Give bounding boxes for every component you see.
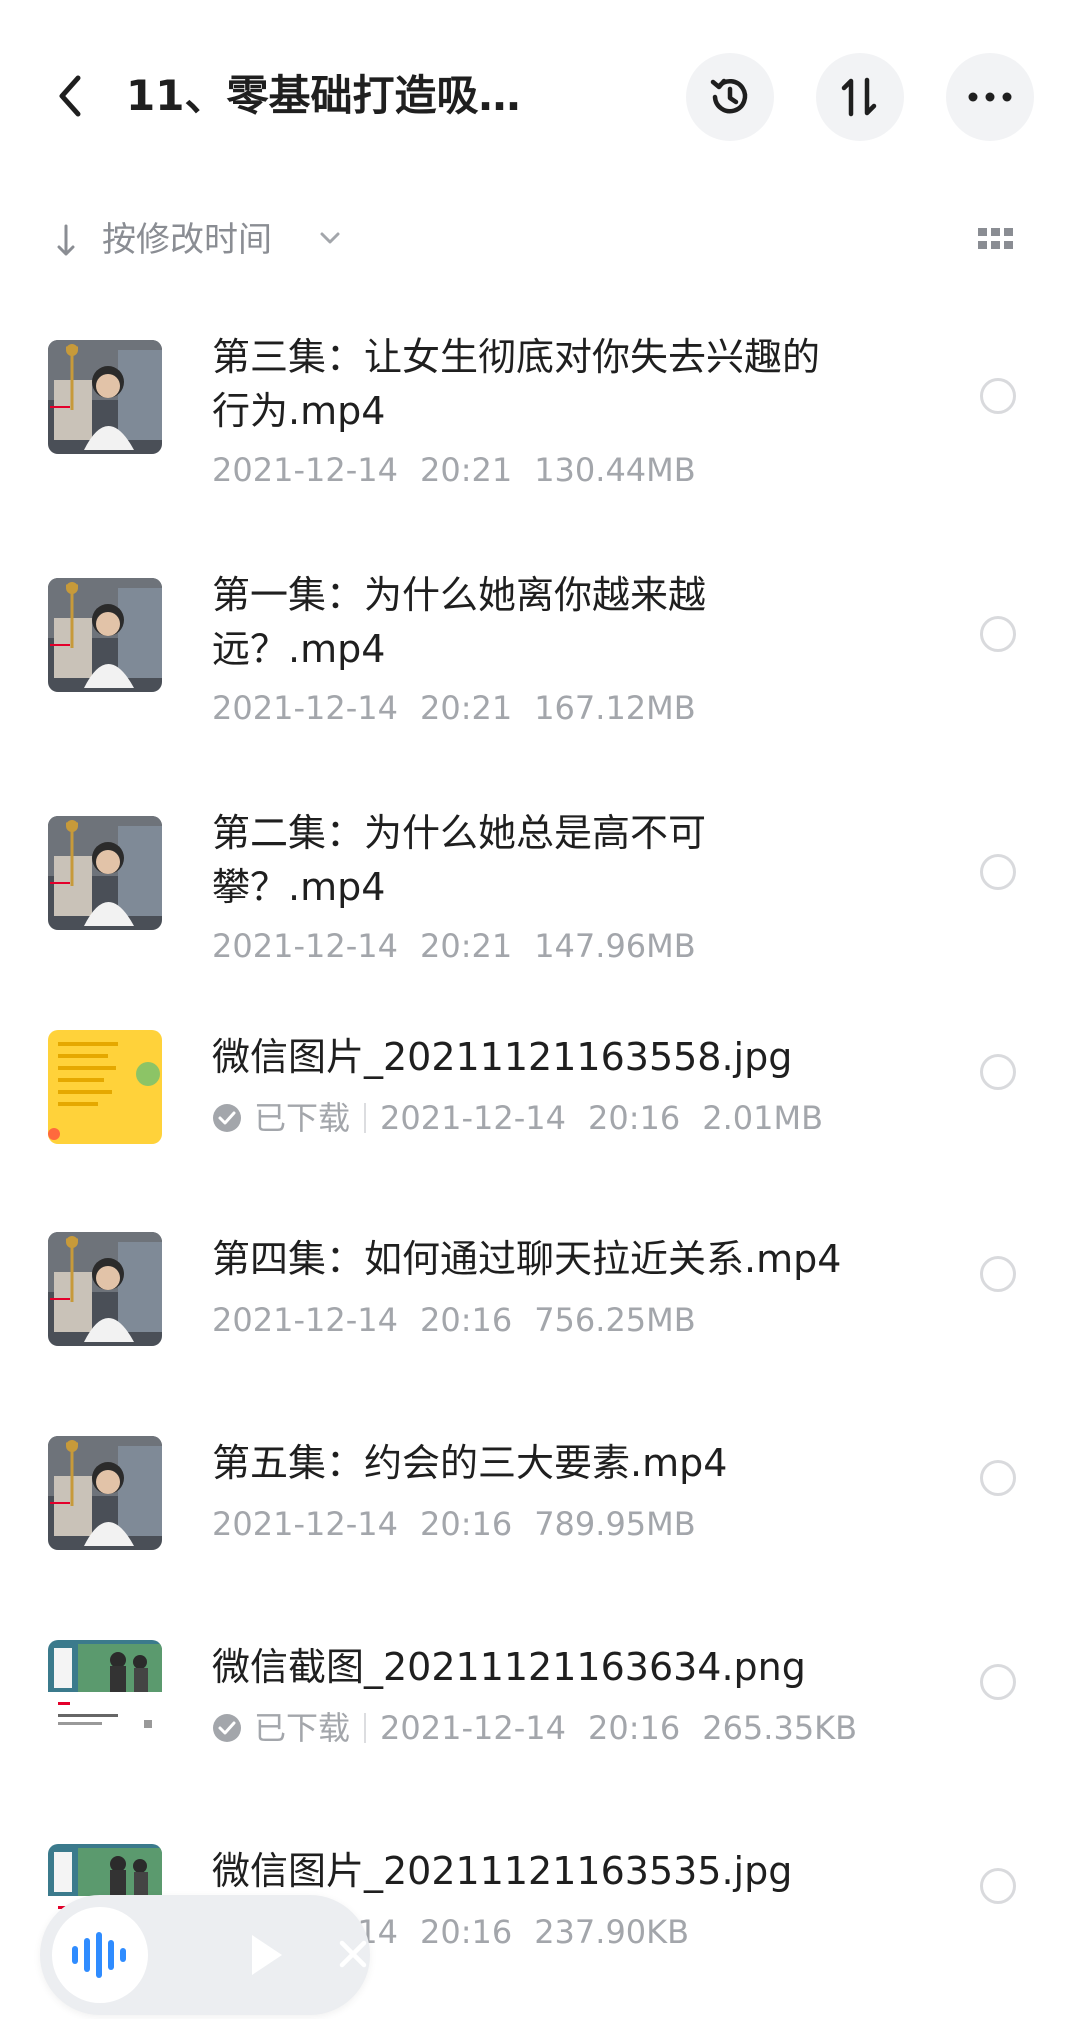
- file-date: 2021-12-14: [212, 689, 398, 727]
- file-date: 2021-12-14: [380, 1099, 566, 1137]
- history-button[interactable]: [686, 53, 774, 141]
- file-time: 20:16: [587, 1709, 681, 1747]
- download-status: 已下载: [254, 1709, 351, 1747]
- top-bar: 11、零基础打造吸…: [0, 0, 1080, 190]
- play-icon[interactable]: [246, 1931, 286, 1979]
- file-name: 微信截图_20211121163634.png: [212, 1645, 806, 1689]
- file-size: 130.44MB: [534, 451, 696, 489]
- downloaded-check-icon: [213, 1714, 241, 1742]
- file-thumbnail: [48, 816, 162, 930]
- file-row[interactable]: 第一集：为什么她离你越来越远？.mp4 2021-12-14 20:21 167.12…: [0, 568, 1080, 758]
- file-size: 2.01MB: [702, 1099, 824, 1137]
- file-date: 2021-12-14: [212, 1505, 398, 1543]
- file-row[interactable]: 微信截图_20211121163634.png 已下载 2021-12-14 20:1…: [0, 1640, 1080, 1780]
- audio-wave-icon: [72, 1932, 126, 1978]
- file-row[interactable]: 第五集：约会的三大要素.mp4 2021-12-14 20:16 789.95MB: [0, 1436, 1080, 1576]
- file-time: 20:21: [419, 689, 513, 727]
- file-time: 20:21: [419, 451, 513, 489]
- file-meta: 2021-12-14 20:16 789.95MB: [212, 1502, 696, 1546]
- arrow-down-icon: [57, 224, 75, 256]
- file-name: 第一集：为什么她离你越来越远？.mp4: [212, 573, 707, 671]
- file-size: 147.96MB: [534, 927, 696, 965]
- history-icon: [710, 78, 748, 114]
- download-status: 已下载: [254, 1099, 351, 1137]
- file-meta: 2021-12-14 20:16 756.25MB: [212, 1298, 696, 1342]
- select-checkbox[interactable]: [980, 1868, 1016, 1904]
- sort-order-label[interactable]: 按修改时间: [102, 216, 272, 264]
- sort-button[interactable]: [816, 53, 904, 141]
- file-row[interactable]: 第三集：让女生彻底对你失去兴趣的行为.mp4 2021-12-14 20:21 130…: [0, 330, 1080, 520]
- select-checkbox[interactable]: [980, 378, 1016, 414]
- file-time: 20:16: [419, 1301, 513, 1339]
- select-checkbox[interactable]: [980, 1256, 1016, 1292]
- file-thumbnail: [48, 340, 162, 454]
- file-name: 第三集：让女生彻底对你失去兴趣的行为.mp4: [212, 335, 821, 433]
- file-date: 2021-12-14: [212, 1301, 398, 1339]
- file-name: 微信图片_20211121163558.jpg: [212, 1035, 793, 1079]
- file-time: 20:16: [419, 1505, 513, 1543]
- chevron-down-icon[interactable]: [318, 226, 342, 250]
- audio-mini-player[interactable]: [40, 1895, 370, 2015]
- file-time: 20:16: [419, 1913, 513, 1951]
- meta-divider: [364, 1103, 367, 1133]
- file-size: 265.35KB: [702, 1709, 858, 1747]
- file-row[interactable]: 第四集：如何通过聊天拉近关系.mp4 2021-12-14 20:16 756.25M…: [0, 1232, 1080, 1372]
- file-thumbnail: [48, 578, 162, 692]
- sort-bar: 按修改时间: [0, 210, 1080, 270]
- file-meta: 已下载 2021-12-14 20:16 2.01MB: [212, 1096, 823, 1140]
- select-checkbox[interactable]: [980, 1664, 1016, 1700]
- audio-badge[interactable]: [52, 1907, 148, 2003]
- file-size: 756.25MB: [534, 1301, 696, 1339]
- file-meta: 2021-12-14 20:21 147.96MB: [212, 924, 696, 968]
- file-size: 789.95MB: [534, 1505, 696, 1543]
- file-name: 微信图片_20211121163535.jpg: [212, 1849, 793, 1893]
- sort-icon: [841, 77, 877, 117]
- file-time: 20:21: [419, 927, 513, 965]
- select-checkbox[interactable]: [980, 1054, 1016, 1090]
- file-thumbnail: [48, 1436, 162, 1550]
- downloaded-check-icon: [213, 1104, 241, 1132]
- meta-divider: [364, 1713, 367, 1743]
- file-row[interactable]: 第二集：为什么她总是高不可攀？.mp4 2021-12-14 20:21 147.96…: [0, 806, 1080, 996]
- more-icon: [968, 92, 1012, 102]
- file-name: 第五集：约会的三大要素.mp4: [212, 1441, 728, 1485]
- file-meta: 2021-12-14 20:21 130.44MB: [212, 448, 696, 492]
- file-size: 167.12MB: [534, 689, 696, 727]
- file-time: 20:16: [587, 1099, 681, 1137]
- file-thumbnail: [48, 1030, 162, 1144]
- chevron-left-icon: [59, 75, 81, 117]
- select-checkbox[interactable]: [980, 854, 1016, 890]
- file-name: 第四集：如何通过聊天拉近关系.mp4: [212, 1237, 842, 1281]
- file-date: 2021-12-14: [212, 451, 398, 489]
- file-meta: 2021-12-14 20:21 167.12MB: [212, 686, 696, 730]
- back-button[interactable]: [50, 66, 90, 126]
- select-checkbox[interactable]: [980, 616, 1016, 652]
- grid-icon[interactable]: [976, 224, 1016, 254]
- file-row[interactable]: 微信图片_20211121163558.jpg 已下载 2021-12-14 20:1…: [0, 1030, 1080, 1170]
- more-button[interactable]: [946, 53, 1034, 141]
- close-icon[interactable]: [336, 1937, 370, 1971]
- file-name: 第二集：为什么她总是高不可攀？.mp4: [212, 811, 707, 909]
- file-meta: 已下载 2021-12-14 20:16 265.35KB: [212, 1706, 857, 1750]
- select-checkbox[interactable]: [980, 1460, 1016, 1496]
- file-date: 2021-12-14: [212, 927, 398, 965]
- page-title: 11、零基础打造吸…: [126, 71, 521, 120]
- file-date: 2021-12-14: [380, 1709, 566, 1747]
- file-thumbnail: [48, 1640, 162, 1754]
- file-thumbnail: [48, 1232, 162, 1346]
- file-size: 237.90KB: [534, 1913, 690, 1951]
